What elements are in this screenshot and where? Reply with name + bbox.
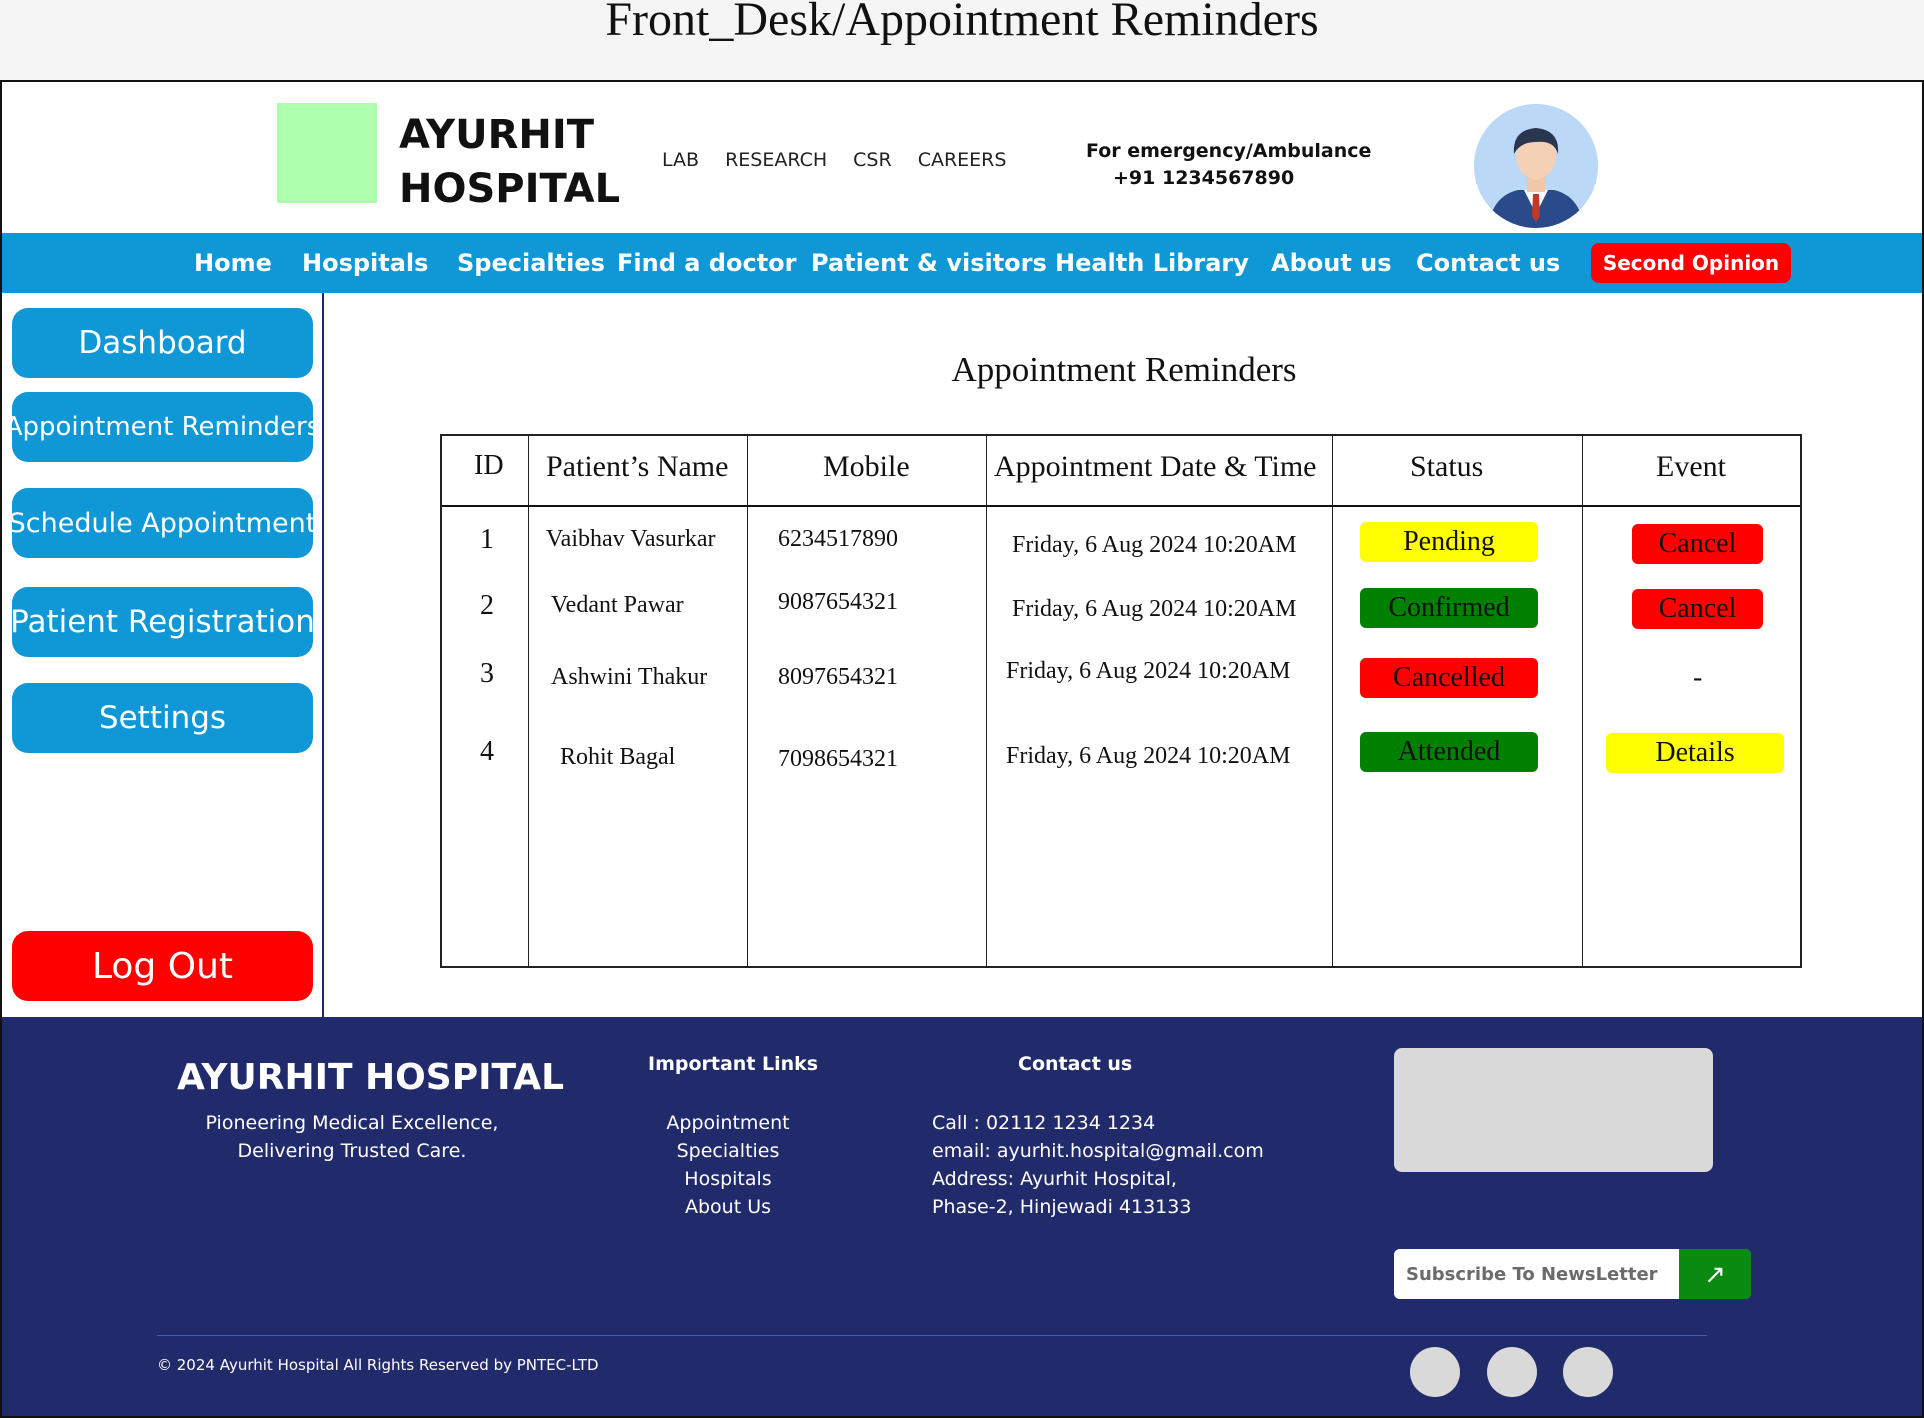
brand-name: AYURHIT HOSPITAL [399, 108, 620, 216]
row-2-cancel-button[interactable]: Cancel [1632, 589, 1763, 629]
nav-hospitals[interactable]: Hospitals [302, 249, 428, 277]
main-nav: Home Hospitals Specialties Find a doctor… [2, 233, 1922, 293]
row-2-datetime: Friday, 6 Aug 2024 10:20AM [1012, 596, 1297, 622]
appointments-table: ID Patient’s Name Mobile Appointment Dat… [440, 434, 1802, 968]
footer-link-specialties[interactable]: Specialties [628, 1137, 828, 1165]
brand-line-2: HOSPITAL [399, 166, 621, 212]
emergency-phone: +91 1234567890 [1113, 167, 1295, 189]
nav-specialties[interactable]: Specialties [457, 249, 605, 277]
footer-links-heading: Important Links [648, 1053, 819, 1075]
second-opinion-button[interactable]: Second Opinion [1591, 243, 1791, 283]
row-1-status-badge: Pending [1360, 522, 1538, 562]
nav-health-library[interactable]: Health Library [1055, 249, 1249, 277]
row-1-cancel-button[interactable]: Cancel [1632, 524, 1763, 564]
row-2-name: Vedant Pawar [551, 592, 684, 618]
row-2-status-badge: Confirmed [1360, 588, 1538, 628]
nav-home[interactable]: Home [194, 249, 272, 277]
row-3-datetime: Friday, 6 Aug 2024 10:20AM [1006, 658, 1291, 684]
row-3-id: 3 [480, 658, 494, 689]
column-header-event: Event [1656, 450, 1726, 483]
arrow-up-right-icon: ↗ [1704, 1259, 1726, 1289]
social-icon-2[interactable] [1487, 1347, 1537, 1397]
top-link-careers[interactable]: CAREERS [918, 149, 1007, 171]
footer-contact: Call : 02112 1234 1234 email: ayurhit.ho… [932, 1109, 1264, 1221]
column-header-datetime: Appointment Date & Time [994, 450, 1317, 483]
footer-divider [157, 1335, 1707, 1336]
column-header-name: Patient’s Name [546, 450, 729, 483]
footer-contact-heading: Contact us [1018, 1053, 1133, 1075]
sidebar-item-dashboard[interactable]: Dashboard [12, 308, 313, 378]
row-1-mobile: 6234517890 [778, 526, 898, 552]
row-4-id: 4 [480, 736, 494, 767]
column-divider [528, 436, 529, 966]
sidebar-item-schedule-appointment[interactable]: Schedule Appointment [9, 488, 316, 558]
newsletter-email-input[interactable] [1394, 1249, 1679, 1299]
row-4-name: Rohit Bagal [560, 744, 676, 770]
column-header-id: ID [474, 450, 504, 481]
nav-find-doctor[interactable]: Find a doctor [617, 249, 796, 277]
social-icon-1[interactable] [1410, 1347, 1460, 1397]
row-1-datetime: Friday, 6 Aug 2024 10:20AM [1012, 532, 1297, 558]
row-1-id: 1 [480, 524, 494, 555]
row-4-status-badge: Attended [1360, 732, 1538, 772]
footer-link-hospitals[interactable]: Hospitals [628, 1165, 828, 1193]
doctor-avatar-icon [1474, 104, 1598, 228]
logout-button[interactable]: Log Out [12, 931, 313, 1001]
footer-tagline: Pioneering Medical Excellence, Deliverin… [152, 1109, 552, 1165]
top-link-lab[interactable]: LAB [662, 149, 699, 171]
column-header-mobile: Mobile [823, 450, 910, 483]
emergency-label: For emergency/Ambulance [1086, 140, 1372, 162]
top-link-research[interactable]: RESEARCH [725, 149, 827, 171]
column-header-status: Status [1410, 450, 1484, 483]
row-2-id: 2 [480, 590, 494, 621]
row-3-name: Ashwini Thakur [551, 664, 708, 690]
nav-about-us[interactable]: About us [1271, 249, 1392, 277]
header-rule [442, 505, 1800, 507]
footer-contact-address-1: Address: Ayurhit Hospital, [932, 1168, 1177, 1190]
header: AYURHIT HOSPITAL LAB RESEARCH CSR CAREER… [2, 82, 1922, 233]
logo-placeholder [277, 103, 377, 203]
footer-link-appointment[interactable]: Appointment [628, 1109, 828, 1137]
social-icon-3[interactable] [1563, 1347, 1613, 1397]
column-divider [1582, 436, 1583, 966]
sidebar-item-patient-registration[interactable]: Patient Registration [10, 587, 315, 657]
newsletter-submit-button[interactable]: ↗ [1679, 1249, 1751, 1299]
column-divider [986, 436, 987, 966]
column-divider [747, 436, 748, 966]
row-3-event: - [1693, 662, 1703, 693]
footer-tagline-line-2: Delivering Trusted Care. [237, 1140, 467, 1162]
nav-contact-us[interactable]: Contact us [1416, 249, 1560, 277]
footer: AYURHIT HOSPITAL Pioneering Medical Exce… [2, 1017, 1922, 1416]
app-frame: AYURHIT HOSPITAL LAB RESEARCH CSR CAREER… [0, 80, 1924, 1418]
doctor-avatar[interactable] [1474, 104, 1598, 228]
row-4-mobile: 7098654321 [778, 746, 898, 772]
footer-link-about-us[interactable]: About Us [628, 1193, 828, 1221]
emergency-contact: For emergency/Ambulance +91 1234567890 [1086, 138, 1371, 192]
page-caption: Front_Desk/Appointment Reminders [0, 0, 1924, 80]
row-2-mobile: 9087654321 [778, 589, 898, 615]
column-divider [1332, 436, 1333, 966]
footer-links: Appointment Specialties Hospitals About … [628, 1109, 828, 1221]
row-4-datetime: Friday, 6 Aug 2024 10:20AM [1006, 743, 1291, 769]
top-links: LAB RESEARCH CSR CAREERS [662, 149, 1006, 171]
newsletter-subscribe: ↗ [1394, 1249, 1751, 1299]
row-1-name: Vaibhav Vasurkar [546, 526, 716, 552]
sidebar-item-settings[interactable]: Settings [12, 683, 313, 753]
footer-contact-address-2: Phase-2, Hinjewadi 413133 [932, 1196, 1192, 1218]
nav-patient-visitors[interactable]: Patient & visitors [811, 249, 1047, 277]
row-4-details-button[interactable]: Details [1606, 733, 1784, 773]
top-link-csr[interactable]: CSR [853, 149, 892, 171]
footer-map-placeholder [1394, 1048, 1713, 1172]
page-title: Appointment Reminders [951, 350, 1297, 389]
brand-line-1: AYURHIT [399, 112, 595, 158]
sidebar: Dashboard Appointment Reminders Schedule… [2, 293, 324, 1017]
footer-tagline-line-1: Pioneering Medical Excellence, [205, 1112, 499, 1134]
footer-contact-call: Call : 02112 1234 1234 [932, 1112, 1156, 1134]
copyright: © 2024 Ayurhit Hospital All Rights Reser… [157, 1356, 599, 1374]
row-3-mobile: 8097654321 [778, 664, 898, 690]
footer-contact-email: email: ayurhit.hospital@gmail.com [932, 1140, 1264, 1162]
row-3-status-badge: Cancelled [1360, 658, 1538, 698]
sidebar-item-appointment-reminders[interactable]: Appointment Reminders [5, 392, 320, 462]
footer-brand: AYURHIT HOSPITAL [177, 1057, 565, 1098]
